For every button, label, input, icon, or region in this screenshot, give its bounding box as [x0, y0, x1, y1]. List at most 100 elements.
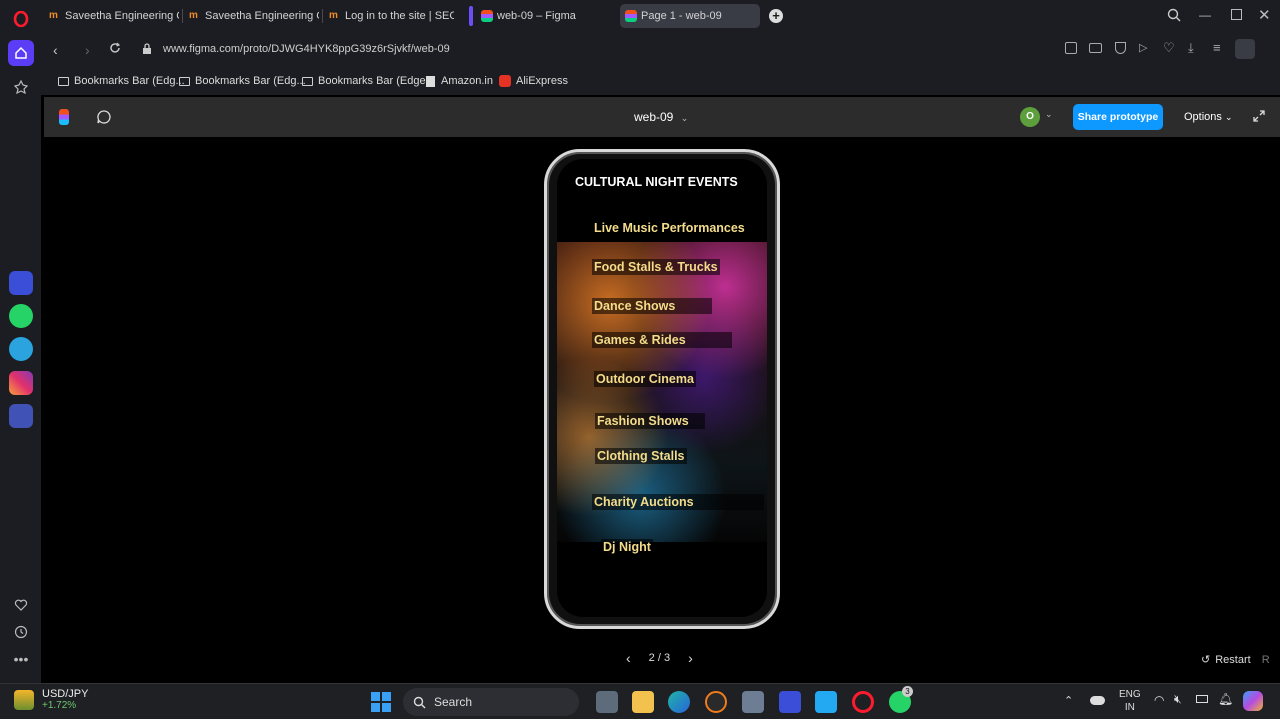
- event-item[interactable]: Charity Auctions: [592, 494, 764, 510]
- favorites-heart-icon[interactable]: ♡: [1163, 40, 1175, 56]
- history-icon[interactable]: [8, 619, 34, 645]
- lock-icon[interactable]: [142, 43, 152, 58]
- share-prototype-button[interactable]: Share prototype: [1073, 104, 1163, 130]
- next-frame-icon[interactable]: ›: [688, 650, 693, 666]
- battery-icon[interactable]: [1196, 695, 1208, 703]
- page-title: CULTURAL NIGHT EVENTS: [575, 175, 738, 189]
- event-item[interactable]: Food Stalls & Trucks: [592, 259, 720, 275]
- bookmarks-bar: Bookmarks Bar (Edg... Bookmarks Bar (Edg…: [41, 68, 1280, 95]
- instagram-sidebar-icon[interactable]: [8, 370, 34, 396]
- moodle-icon: m: [49, 10, 58, 21]
- avatar[interactable]: O: [1020, 107, 1040, 127]
- options-menu[interactable]: Options ⌄: [1184, 111, 1233, 123]
- pinboard-icon[interactable]: [8, 74, 34, 100]
- windows-taskbar: USD/JPY +1.72% Search 3 ⌃ ENG IN ◠ 🔇︎ 🔔︎: [0, 683, 1280, 719]
- opera-taskbar-icon[interactable]: [852, 691, 874, 713]
- telegram-sidebar-icon[interactable]: [8, 336, 34, 362]
- bookmark-folder-3[interactable]: Bookmarks Bar (Edge): [302, 75, 429, 87]
- folder-icon: [179, 76, 190, 86]
- figma-tab-icon: [481, 10, 493, 22]
- music-sidebar-icon[interactable]: [8, 403, 34, 429]
- reload-icon[interactable]: [109, 42, 121, 57]
- bookmark-folder-1[interactable]: Bookmarks Bar (Edg...: [58, 75, 185, 87]
- event-item[interactable]: Games & Rides: [592, 332, 732, 348]
- opera-logo-icon[interactable]: [8, 6, 34, 32]
- figma-logo-icon[interactable]: [59, 109, 69, 125]
- folder-icon: [302, 76, 313, 86]
- shield-icon[interactable]: [1115, 42, 1126, 54]
- weather-ticker[interactable]: USD/JPY +1.72%: [14, 688, 88, 711]
- event-item[interactable]: Clothing Stalls: [595, 448, 687, 464]
- aria-taskbar-icon[interactable]: [779, 691, 801, 713]
- bookmark-amazon[interactable]: Amazon.in: [426, 75, 493, 87]
- previous-frame-icon[interactable]: ‹: [626, 650, 631, 666]
- whatsapp-sidebar-icon[interactable]: [8, 303, 34, 329]
- profile-icon[interactable]: [1235, 39, 1255, 59]
- more-icon[interactable]: •••: [8, 646, 34, 672]
- url-field[interactable]: www.figma.com/proto/DJWG4HYK8ppG39z6rSjv…: [163, 43, 450, 55]
- language-indicator[interactable]: ENG IN: [1119, 688, 1141, 714]
- address-bar: ‹ › www.figma.com/proto/DJWG4HYK8ppG39z6…: [41, 32, 1280, 68]
- tab-label: web-09 – Figma: [497, 10, 576, 22]
- tab-page1[interactable]: Page 1 - web-09: [620, 4, 760, 28]
- event-item[interactable]: Dj Night: [601, 539, 653, 555]
- chevron-down-icon: ⌄: [1224, 112, 1233, 122]
- back-icon[interactable]: ‹: [53, 42, 58, 58]
- onedrive-icon[interactable]: [1090, 696, 1105, 705]
- new-tab-button[interactable]: +: [769, 9, 783, 23]
- task-view-icon[interactable]: [596, 691, 618, 713]
- edge-icon[interactable]: [668, 691, 690, 713]
- tab-label: Saveetha Engineering Col: [205, 10, 319, 22]
- tab-island-marker: [469, 6, 473, 26]
- home-icon[interactable]: [8, 40, 34, 66]
- ticker-change: +1.72%: [42, 700, 77, 711]
- taskbar-search[interactable]: Search: [403, 688, 579, 716]
- page-icon: [426, 75, 435, 87]
- tab-saveetha-1[interactable]: m Saveetha Engineering Col: [49, 4, 179, 28]
- forward-icon[interactable]: ›: [85, 42, 90, 58]
- event-item[interactable]: Outdoor Cinema: [594, 371, 696, 387]
- chevron-up-icon[interactable]: ⌃: [1064, 694, 1073, 707]
- heart-icon[interactable]: [8, 592, 34, 618]
- easy-setup-icon[interactable]: ≡: [1213, 40, 1221, 55]
- windows-start-icon[interactable]: [371, 692, 391, 712]
- edit-icon[interactable]: [1065, 42, 1077, 54]
- bookmark-label: Bookmarks Bar (Edg...: [195, 75, 306, 87]
- bookmark-aliexpress[interactable]: AliExpress: [499, 75, 568, 87]
- event-item[interactable]: Dance Shows: [592, 298, 712, 314]
- event-item[interactable]: Fashion Shows: [595, 413, 705, 429]
- vscode-icon[interactable]: [815, 691, 837, 713]
- minimize-button[interactable]: —: [1199, 8, 1211, 22]
- bookmark-label: Bookmarks Bar (Edge): [318, 75, 430, 87]
- comment-icon[interactable]: [96, 109, 112, 128]
- expand-icon[interactable]: [1252, 109, 1266, 126]
- prototype-pager: ‹ 2 / 3 ›: [626, 650, 693, 666]
- bookmark-folder-2[interactable]: Bookmarks Bar (Edg...: [179, 75, 306, 87]
- store-icon[interactable]: [742, 691, 764, 713]
- options-label: Options: [1184, 111, 1222, 123]
- restore-button[interactable]: [1231, 9, 1242, 20]
- tab-login[interactable]: m Log in to the site | SEC: [329, 4, 454, 28]
- close-window-button[interactable]: ✕: [1258, 6, 1271, 24]
- chevron-down-icon[interactable]: ⌄: [1045, 109, 1053, 120]
- bell-icon[interactable]: 🔔︎: [1218, 692, 1233, 706]
- mute-icon[interactable]: 🔇︎: [1174, 692, 1182, 707]
- event-item[interactable]: Live Music Performances: [592, 220, 747, 236]
- tab-saveetha-2[interactable]: m Saveetha Engineering Col: [189, 4, 319, 28]
- download-icon[interactable]: ⤓: [1188, 40, 1194, 56]
- tab-figma[interactable]: web-09 – Figma: [481, 4, 611, 28]
- phone-screen: CULTURAL NIGHT EVENTS Live Music Perform…: [557, 159, 767, 617]
- file-name-text: web-09: [634, 110, 674, 124]
- search-tabs-icon[interactable]: [1167, 8, 1181, 25]
- play-icon[interactable]: ▷: [1139, 41, 1147, 54]
- aria-app-icon[interactable]: [8, 270, 34, 296]
- camera-icon[interactable]: [1089, 43, 1102, 53]
- wifi-icon[interactable]: ◠: [1154, 693, 1164, 707]
- restart-button[interactable]: ↺ Restart R: [1201, 653, 1270, 667]
- file-name[interactable]: web-09 ⌄: [634, 110, 688, 124]
- sync-app-icon[interactable]: [705, 691, 727, 713]
- tab-label: Page 1 - web-09: [641, 10, 722, 22]
- search-placeholder: Search: [434, 695, 473, 709]
- copilot-icon[interactable]: [1243, 691, 1263, 711]
- file-explorer-icon[interactable]: [632, 691, 654, 713]
